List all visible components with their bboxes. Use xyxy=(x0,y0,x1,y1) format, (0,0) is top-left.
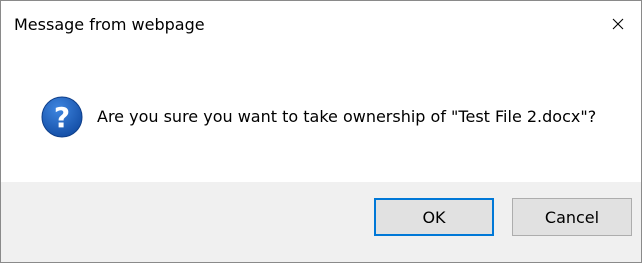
ok-button-label: OK xyxy=(422,207,446,227)
dialog-title: Message from webpage xyxy=(14,15,205,34)
cancel-button-label: Cancel xyxy=(544,207,600,227)
close-button[interactable] xyxy=(595,1,641,47)
dialog-content: ? Are you sure you want to take ownershi… xyxy=(1,47,641,182)
dialog-titlebar: Message from webpage xyxy=(1,1,641,47)
dialog-message: Are you sure you want to take ownership … xyxy=(97,107,597,126)
cancel-button[interactable]: Cancel xyxy=(512,198,632,236)
close-icon xyxy=(612,18,624,30)
svg-text:?: ? xyxy=(54,101,70,134)
question-icon: ? xyxy=(41,96,83,138)
message-dialog: Message from webpage ? Are you sure you … xyxy=(0,0,642,263)
ok-button[interactable]: OK xyxy=(374,198,494,236)
dialog-footer: OK Cancel xyxy=(1,182,641,262)
